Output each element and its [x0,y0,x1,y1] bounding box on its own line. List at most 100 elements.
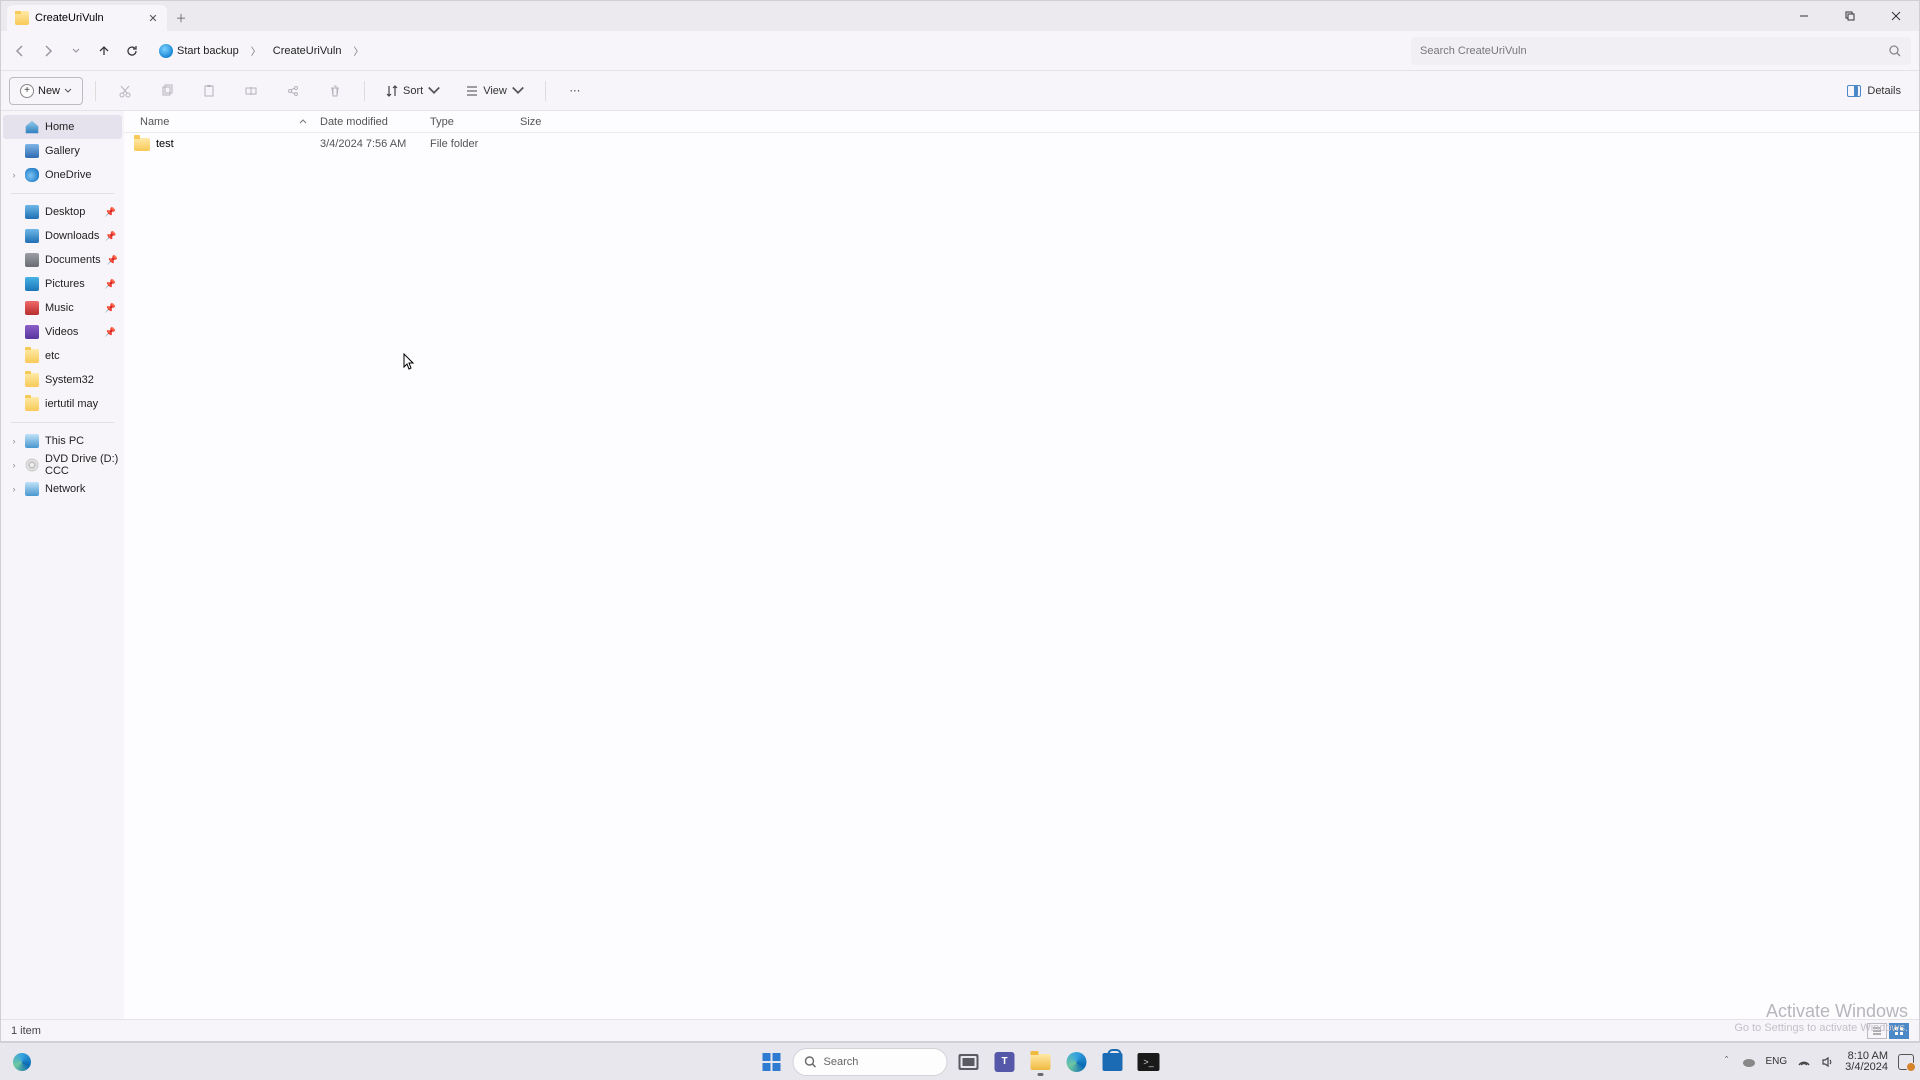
cut-button[interactable] [108,77,142,105]
separator [364,81,365,101]
search-input[interactable]: Search CreateUriVuln [1411,37,1911,65]
paste-button[interactable] [192,77,226,105]
sort-button[interactable]: Sort [377,77,449,105]
window-close-button[interactable] [1873,1,1919,31]
edge-icon [1067,1052,1087,1072]
nav-music[interactable]: Music📌 [3,296,122,320]
documents-icon [25,253,39,267]
new-button-label: New [38,85,60,97]
nav-dvd-drive[interactable]: ›DVD Drive (D:) CCC [3,453,122,477]
terminal-app[interactable]: >_ [1134,1047,1164,1077]
nav-gallery[interactable]: Gallery [3,139,122,163]
more-button[interactable]: ⋯ [558,77,592,105]
file-type: File folder [424,138,514,150]
minimize-button[interactable] [1781,1,1827,31]
expand-icon[interactable]: › [9,484,19,494]
view-button[interactable]: View [457,77,533,105]
nav-videos[interactable]: Videos📌 [3,320,122,344]
rename-button[interactable] [234,77,268,105]
search-placeholder: Search CreateUriVuln [1420,45,1527,57]
nav-iertutil[interactable]: iertutil may [3,392,122,416]
language-indicator[interactable]: ENG [1766,1056,1788,1067]
network-tray-icon[interactable] [1797,1055,1811,1069]
delete-button[interactable] [318,77,352,105]
refresh-button[interactable] [121,40,143,62]
nav-etc[interactable]: etc [3,344,122,368]
sort-label: Sort [403,85,423,97]
nav-home[interactable]: Home [3,115,122,139]
nav-network[interactable]: ›Network [3,477,122,501]
details-pane-button[interactable]: Details [1837,77,1911,105]
tab-current[interactable]: CreateUriVuln ✕ [7,5,167,31]
activation-watermark: Activate Windows Go to Settings to activ… [1734,1001,1908,1034]
copy-button[interactable] [150,77,184,105]
task-view-button[interactable] [954,1047,984,1077]
chevron-right-icon[interactable]: 〉 [247,43,265,58]
breadcrumb-current[interactable]: CreateUriVuln [269,43,346,59]
volume-tray-icon[interactable] [1821,1055,1835,1069]
folder-icon [134,138,150,151]
tab-strip: CreateUriVuln ✕ ＋ [1,1,1919,31]
file-list[interactable]: Name Date modified Type Size test 3/4/20… [124,111,1919,1019]
notifications-button[interactable] [1898,1054,1914,1070]
back-button[interactable] [9,40,31,62]
new-button[interactable]: + New [9,77,83,105]
maximize-button[interactable] [1827,1,1873,31]
item-count: 1 item [11,1025,41,1037]
network-icon [25,482,39,496]
expand-icon[interactable]: › [9,170,19,180]
explorer-body: Home Gallery ›OneDrive Desktop📌 Download… [1,111,1919,1019]
chevron-right-icon[interactable]: 〉 [349,43,367,58]
up-button[interactable] [93,40,115,62]
taskbar-center: Search >_ [757,1047,1164,1077]
column-name[interactable]: Name [124,111,314,132]
nav-onedrive[interactable]: ›OneDrive [3,163,122,187]
nav-documents[interactable]: Documents📌 [3,248,122,272]
downloads-icon [25,229,39,243]
tab-close-button[interactable]: ✕ [147,12,159,24]
watermark-line2: Go to Settings to activate Windows. [1734,1022,1908,1034]
file-explorer-app[interactable] [1026,1047,1056,1077]
onedrive-tray-icon[interactable] [1742,1055,1756,1069]
terminal-icon: >_ [1138,1053,1160,1071]
teams-app[interactable] [990,1047,1020,1077]
start-button[interactable] [757,1047,787,1077]
nav-system32[interactable]: System32 [3,368,122,392]
new-tab-button[interactable]: ＋ [167,5,195,31]
pin-icon: 📌 [105,303,116,314]
weather-widget-icon[interactable] [13,1053,31,1071]
taskbar-search[interactable]: Search [793,1048,948,1076]
recent-locations-button[interactable] [65,40,87,62]
folder-icon [25,349,39,363]
expand-icon[interactable]: › [9,460,19,470]
store-app[interactable] [1098,1047,1128,1077]
address-bar[interactable]: Start backup 〉 CreateUriVuln 〉 [149,37,1405,65]
music-icon [25,301,39,315]
pin-icon: 📌 [105,207,116,218]
nav-downloads[interactable]: Downloads📌 [3,224,122,248]
column-date[interactable]: Date modified [314,111,424,132]
clock[interactable]: 8:10 AM 3/4/2024 [1845,1051,1888,1073]
file-row[interactable]: test 3/4/2024 7:56 AM File folder [124,133,1919,155]
tray-overflow-button[interactable]: ＾ [1722,1054,1732,1069]
view-label: View [483,85,507,97]
folder-icon [25,397,39,411]
column-size[interactable]: Size [514,111,584,132]
pictures-icon [25,277,39,291]
nav-pictures[interactable]: Pictures📌 [3,272,122,296]
share-button[interactable] [276,77,310,105]
expand-icon[interactable]: › [9,436,19,446]
column-type[interactable]: Type [424,111,514,132]
forward-button[interactable] [37,40,59,62]
details-label: Details [1867,85,1901,97]
navigation-pane[interactable]: Home Gallery ›OneDrive Desktop📌 Download… [1,111,124,1019]
nav-this-pc[interactable]: ›This PC [3,429,122,453]
command-bar: + New Sort View ⋯ Details [1,71,1919,111]
file-rows: test 3/4/2024 7:56 AM File folder [124,133,1919,1019]
desktop-icon [25,205,39,219]
file-date: 3/4/2024 7:56 AM [314,138,424,150]
breadcrumb-root[interactable]: Start backup [155,42,243,60]
nav-desktop[interactable]: Desktop📌 [3,200,122,224]
videos-icon [25,325,39,339]
edge-app[interactable] [1062,1047,1092,1077]
